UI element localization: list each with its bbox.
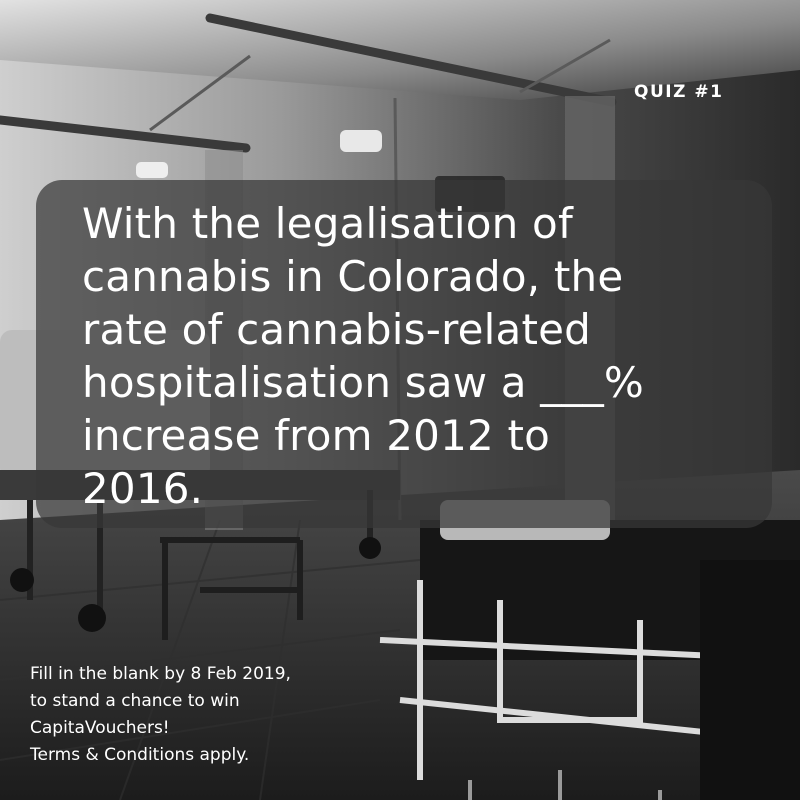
instruction-line: CapitaVouchers! <box>30 718 170 738</box>
instruction-line: to stand a chance to win <box>30 691 240 711</box>
terms-line: Terms & Conditions apply. <box>30 745 250 765</box>
instruction-line: Fill in the blank by 8 Feb 2019, <box>30 664 291 684</box>
question-line: hospitalisation saw a ___% <box>82 358 645 407</box>
quiz-number-label: QUIZ #1 <box>634 82 724 102</box>
quiz-question: With the legalisation of cannabis in Col… <box>82 197 762 515</box>
question-line: rate of cannabis-related <box>82 305 592 354</box>
question-line: increase from 2012 to <box>82 411 551 460</box>
question-line: With the legalisation of <box>82 199 573 248</box>
question-line: cannabis in Colorado, the <box>82 252 624 301</box>
contest-instructions: Fill in the blank by 8 Feb 2019, to stan… <box>30 661 291 769</box>
question-line: 2016. <box>82 464 204 513</box>
